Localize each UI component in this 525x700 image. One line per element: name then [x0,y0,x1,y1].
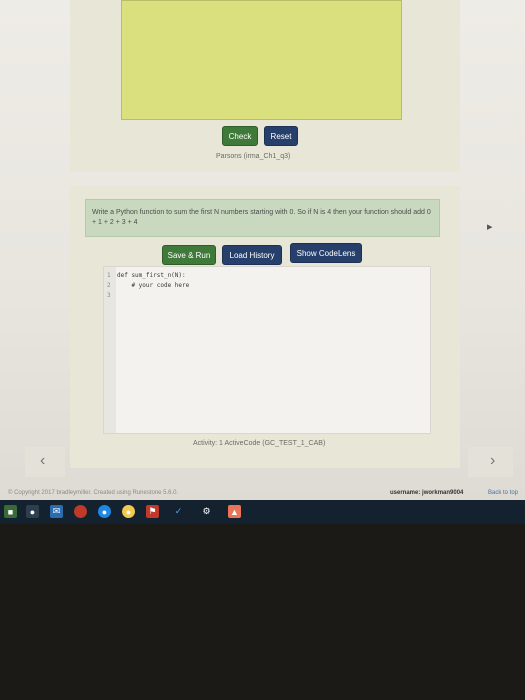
parsons-caption: Parsons (irma_Ch1_q3) [216,153,291,160]
chevron-right-icon: › [490,452,496,469]
shield-icon[interactable]: ⚑ [146,505,159,518]
line-number: 3 [107,292,111,299]
prev-page-button[interactable]: ‹ [25,447,65,477]
browser-viewport: Check Reset Parsons (irma_Ch1_q3) Write … [0,0,525,500]
question-prompt: Write a Python function to sum the first… [85,199,440,237]
chevron-left-icon: ‹ [40,452,46,469]
activity-caption: Activity: 1 ActiveCode (GC_TEST_1_CAB) [193,440,326,447]
username-value: jworkman9004 [422,490,464,496]
line-number: 1 [107,272,111,279]
check-icon[interactable]: ✓ [172,505,185,518]
mouse-cursor-icon: ▸ [487,221,493,233]
lock-icon[interactable]: ● [26,505,39,518]
os-taskbar: ■ ● ✉ ● ● ⚑ ✓ ⚙ ▲ [0,500,525,524]
record-icon[interactable] [74,505,87,518]
check-button[interactable]: Check [222,126,258,146]
chrome-icon[interactable]: ● [122,505,135,518]
start-icon[interactable]: ■ [4,505,17,518]
parsons-drop-area[interactable] [121,0,402,120]
reset-button[interactable]: Reset [264,126,298,146]
copyright-text: © Copyright 2017 bradleymiller. Created … [8,490,179,496]
code-line[interactable]: # your code here [117,282,189,289]
gear-icon[interactable]: ⚙ [200,505,213,518]
back-to-top-link[interactable]: Back to top [488,490,518,496]
next-page-button[interactable]: › [468,447,513,477]
app-icon[interactable]: ▲ [228,505,241,518]
code-editor[interactable]: 1 def sum_first_n(N): 2 # your code here… [103,266,431,434]
line-number: 2 [107,282,111,289]
show-codelens-button[interactable]: Show CodeLens [290,243,362,263]
page-footer: © Copyright 2017 bradleymiller. Created … [0,488,525,500]
settings-icon[interactable]: ● [98,505,111,518]
code-line[interactable]: def sum_first_n(N): [117,272,186,279]
save-run-button[interactable]: Save & Run [162,245,216,265]
mail-icon[interactable]: ✉ [50,505,63,518]
username-label: username: [390,490,421,496]
load-history-button[interactable]: Load History [222,245,282,265]
